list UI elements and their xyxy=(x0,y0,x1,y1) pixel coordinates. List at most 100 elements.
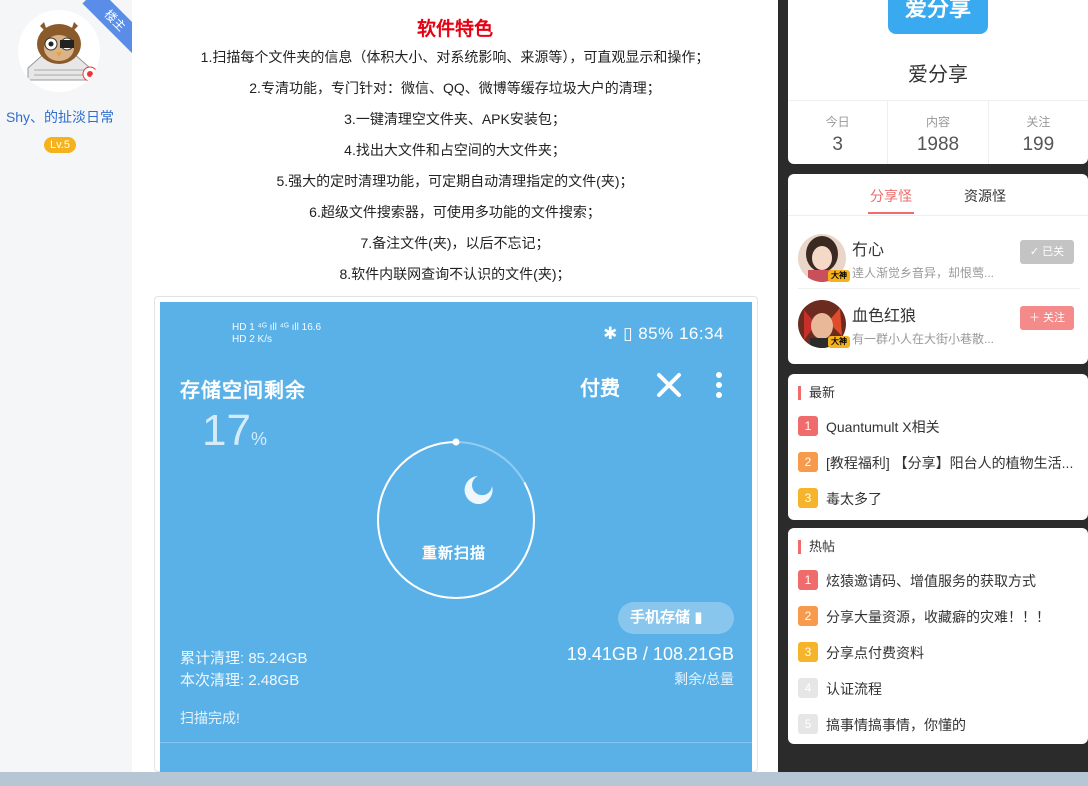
post-title[interactable]: 炫猿邀请码、增值服务的获取方式 xyxy=(826,571,1082,591)
percent-unit: % xyxy=(250,429,267,449)
follow-button[interactable]: ＋ 关注 xyxy=(1020,306,1074,330)
list-item[interactable]: 1 炫猿邀请码、增值服务的获取方式 xyxy=(798,560,1080,596)
post-title[interactable]: 搞事情搞事情，你懂的 xyxy=(826,715,1082,735)
author-avatar[interactable] xyxy=(18,10,100,92)
followed-label: 已关 xyxy=(1042,246,1065,258)
user-tabs: 分享怪 资源怪 xyxy=(788,174,1088,216)
status-time: 85% 16:34 xyxy=(638,324,724,343)
rank-badge: 4 xyxy=(798,678,818,698)
feature-item: 6.超级文件搜索器，可使用多功能的文件搜索； xyxy=(309,204,601,220)
user-desc: 有一群小人在大街小巷散... xyxy=(852,332,995,346)
rescan-button: 重新扫描 xyxy=(422,545,487,562)
latest-card: 最新 1 Quantumult X相关 2 [教程福利] 【分享】阳台人的植物生… xyxy=(788,374,1088,520)
ring-marker xyxy=(452,438,460,446)
user-name[interactable]: 冇心 xyxy=(852,236,884,260)
user-card: 分享怪 资源怪 大神 冇心 逹人渐觉乡音异，却恨莺... ✓ 已关 大神 血色红… xyxy=(788,174,1088,364)
site-name[interactable]: 爱分享 xyxy=(788,58,1088,87)
stat-follow: 关注 199 xyxy=(989,101,1088,164)
owl-avatar-icon xyxy=(18,10,100,92)
tab-resource[interactable]: 资源怪 xyxy=(964,186,1006,206)
percent-value: 17 xyxy=(202,406,251,455)
tab-underline xyxy=(868,212,914,214)
rank-badge: 2 xyxy=(798,606,818,626)
post-title[interactable]: 分享大量资源，收藏癖的灾难！！！ xyxy=(826,607,1082,627)
total-cleaned: 累计清理: 85.24GB xyxy=(180,650,308,667)
stat-label: 关注 xyxy=(1026,115,1051,129)
latest-heading: 最新 xyxy=(798,386,835,400)
speed-info: HD 2 K/s xyxy=(232,334,273,345)
tools-icon xyxy=(657,373,681,397)
user-name[interactable]: 血色红狼 xyxy=(852,302,916,326)
divider xyxy=(160,742,752,743)
stat-value: 3 xyxy=(832,134,843,155)
phone-storage-label: 手机存储 xyxy=(630,609,691,626)
feature-item: 2.专清功能，专门针对：微信、QQ、微博等缓存垃圾大户的清理； xyxy=(249,80,661,96)
feature-item: 8.软件内联网查询不认识的文件(夹)； xyxy=(339,266,571,282)
storage-ring xyxy=(377,438,535,599)
stat-content: 内容 1988 xyxy=(888,101,989,164)
tab-share[interactable]: 分享怪 xyxy=(870,186,912,206)
rank-badge: 2 xyxy=(798,452,818,472)
phone-status-left: HD 1 ⁴ᴳ ıll ⁴ᴳ ıll 16.6 HD 2 K/s xyxy=(232,322,321,346)
stat-label: 今日 xyxy=(825,115,850,129)
post-title[interactable]: Quantumult X相关 xyxy=(826,417,1082,437)
stat-label: 内容 xyxy=(925,115,950,129)
scan-status: 扫描完成! xyxy=(180,710,240,726)
rank-badge: 3 xyxy=(798,642,818,662)
capacity-value: 19.41GB / 108.21GB xyxy=(566,644,734,664)
list-item[interactable]: 3 毒太多了 xyxy=(798,478,1080,514)
author-name[interactable]: Shy、的扯淡日常 xyxy=(0,107,120,127)
list-item[interactable]: 3 分享点付费资料 xyxy=(798,632,1080,668)
app-screenshot: HD 1 ⁴ᴳ ıll ⁴ᴳ ıll 16.6 HD 2 K/s ✱ ▯ 85%… xyxy=(160,302,752,772)
this-cleaned: 本次清理: 2.48GB xyxy=(180,672,300,689)
stat-today: 今日 3 xyxy=(788,101,889,164)
storage-percent: 17% xyxy=(202,406,267,456)
gutter xyxy=(778,0,788,772)
feature-title: 软件特色 xyxy=(416,19,493,40)
site-stats: 今日 3 内容 1988 关注 199 xyxy=(788,100,1088,164)
site-card: 爱分享 爱分享 今日 3 内容 1988 关注 199 xyxy=(788,0,1088,164)
feature-item: 7.备注文件(夹)，以后不忘记； xyxy=(360,235,550,251)
vip-badge: 大神 xyxy=(828,270,850,282)
vip-badge: 大神 xyxy=(828,336,850,348)
bluetooth-icon: ✱ xyxy=(603,324,618,343)
app-screenshot-frame[interactable]: HD 1 ⁴ᴳ ıll ⁴ᴳ ıll 16.6 HD 2 K/s ✱ ▯ 85%… xyxy=(154,296,758,772)
user-row[interactable]: 大神 血色红狼 有一群小人在大街小巷散... ＋ 关注 xyxy=(798,294,1080,352)
list-item[interactable]: 5 搞事情搞事情，你懂的 xyxy=(798,704,1080,740)
post-title[interactable]: 毒太多了 xyxy=(826,489,1082,509)
list-item[interactable]: 2 [教程福利] 【分享】阳台人的植物生活... xyxy=(798,442,1080,478)
rank-badge: 3 xyxy=(798,488,818,508)
stat-value: 199 xyxy=(1022,134,1055,155)
vibrate-icon: ▯ xyxy=(623,324,633,343)
phone-icon: ▮ xyxy=(694,609,703,626)
taskbar-strip xyxy=(0,772,1088,786)
capacity-stats: 19.41GB / 108.21GB 剩余/总量 xyxy=(567,644,734,689)
follow-label: 关注 xyxy=(1043,312,1066,324)
feature-item: 1.扫描每个文件夹的信息（体积大小、对系统影响、来源等），可直观显示和操作； xyxy=(200,49,710,65)
site-logo[interactable]: 爱分享 xyxy=(888,0,988,34)
post-title[interactable]: 认证流程 xyxy=(826,679,1082,699)
sidebar: 爱分享 爱分享 今日 3 内容 1988 关注 199 分享怪 资源怪 大神 冇… xyxy=(788,0,1088,772)
feature-list: 1.扫描每个文件夹的信息（体积大小、对系统影响、来源等），可直观显示和操作； 2… xyxy=(132,46,778,294)
user-row[interactable]: 大神 冇心 逹人渐觉乡音异，却恨莺... ✓ 已关 xyxy=(798,228,1080,286)
phone-storage-button: 手机存储 ▮ xyxy=(618,602,734,634)
level-badge: Lv.5 xyxy=(44,137,76,153)
moon-icon xyxy=(464,476,493,504)
list-item[interactable]: 1 Quantumult X相关 xyxy=(798,406,1080,442)
capacity-label: 剩余/总量 xyxy=(674,671,734,687)
author-panel: 楼主 Shy、的扯淡日常 Lv.5 xyxy=(0,0,148,772)
more-icon xyxy=(716,372,722,398)
list-item[interactable]: 4 认证流程 xyxy=(798,668,1080,704)
phone-status-right: ✱ ▯ 85% 16:34 xyxy=(603,324,724,344)
post-title[interactable]: 分享点付费资料 xyxy=(826,643,1082,663)
divider xyxy=(798,288,1080,289)
post-title[interactable]: [教程福利] 【分享】阳台人的植物生活... xyxy=(826,453,1082,473)
storage-title: 存储空间剩余 xyxy=(180,380,306,402)
hot-heading: 热帖 xyxy=(798,540,835,554)
article-content: 软件特色 1.扫描每个文件夹的信息（体积大小、对系统影响、来源等），可直观显示和… xyxy=(132,0,778,772)
feature-item: 3.一键清理空文件夹、APK安装包； xyxy=(344,111,566,127)
list-item[interactable]: 2 分享大量资源，收藏癖的灾难！！！ xyxy=(798,596,1080,632)
rank-badge: 1 xyxy=(798,570,818,590)
signal-info: HD 1 ⁴ᴳ ıll ⁴ᴳ ıll 16.6 xyxy=(232,322,322,333)
followed-button[interactable]: ✓ 已关 xyxy=(1020,240,1074,264)
